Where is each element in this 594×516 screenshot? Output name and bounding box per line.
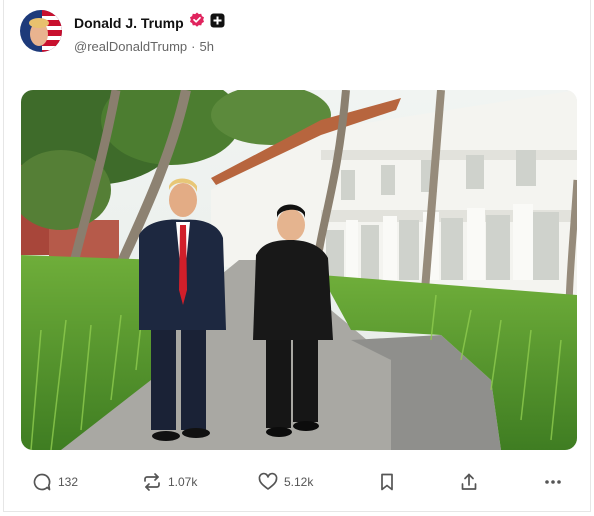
bookmark-icon <box>377 472 397 492</box>
heart-icon <box>258 472 278 492</box>
reply-button[interactable]: 132 <box>32 472 78 492</box>
verified-badge-icon <box>189 12 205 33</box>
like-count: 5.12k <box>284 475 314 489</box>
like-button[interactable]: 5.12k <box>258 472 313 492</box>
plus-badge-icon <box>210 13 225 33</box>
repost-count: 1.07k <box>168 475 198 489</box>
share-icon <box>459 472 479 492</box>
post-card: Donald J. Trump @realDonaldTrump · 5h 13… <box>3 0 591 512</box>
repost-icon <box>142 472 162 492</box>
action-bar: 132 1.07k 5.12k <box>4 468 590 498</box>
author-name[interactable]: Donald J. Trump <box>74 15 184 31</box>
timestamp[interactable]: 5h <box>200 39 214 54</box>
share-button[interactable] <box>459 472 479 492</box>
more-options-button[interactable] <box>543 472 563 492</box>
reply-icon <box>32 472 52 492</box>
more-options-icon <box>543 472 563 492</box>
author-row: Donald J. Trump <box>74 12 225 33</box>
handle[interactable]: @realDonaldTrump <box>74 39 187 54</box>
post-image[interactable] <box>21 90 577 450</box>
reply-count: 132 <box>58 475 79 489</box>
separator: · <box>191 39 196 54</box>
avatar[interactable] <box>20 10 62 52</box>
bookmark-button[interactable] <box>377 472 397 492</box>
handle-row: @realDonaldTrump · 5h <box>74 39 218 54</box>
repost-button[interactable]: 1.07k <box>142 472 197 492</box>
